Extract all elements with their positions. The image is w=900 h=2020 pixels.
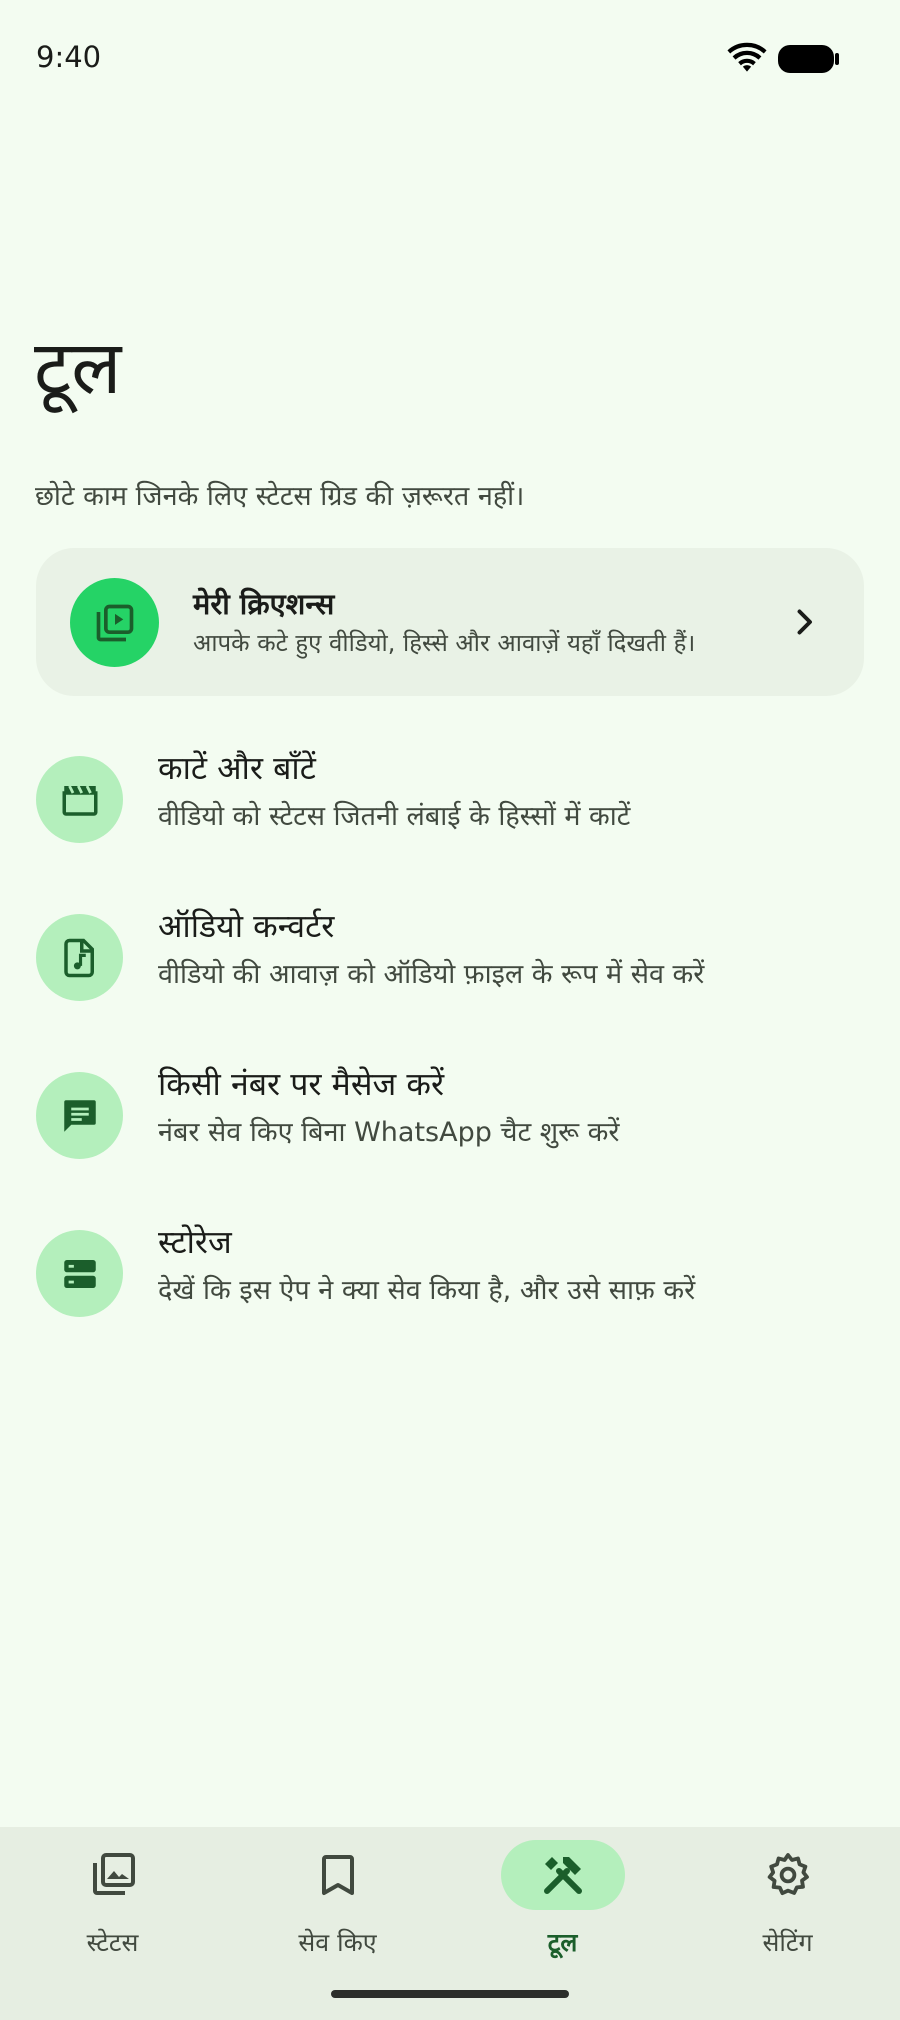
audio-file-icon xyxy=(63,938,94,977)
nav-pill xyxy=(51,1840,175,1910)
video-library-icon xyxy=(96,604,133,641)
page-subtitle: छोटे काम जिनके लिए स्टेटस ग्रिड की ज़रूर… xyxy=(35,481,525,512)
storage-icon xyxy=(63,1259,96,1288)
tool-description: वीडियो को स्टेटस जितनी लंबाई के हिस्सों … xyxy=(158,801,631,832)
nav-item-settings[interactable]: सेटिंग xyxy=(675,1827,900,2020)
gear-icon xyxy=(767,1853,809,1896)
nav-label: स्टेटस xyxy=(86,1928,139,1957)
nav-pill-active xyxy=(500,1840,625,1910)
battery-icon xyxy=(778,45,839,73)
tool-icon-badge xyxy=(36,914,123,1001)
tool-title: स्टोरेज xyxy=(158,1223,232,1261)
tool-title: काटें और बाँटें xyxy=(158,749,316,787)
wifi-icon xyxy=(727,42,767,72)
nav-label: सेटिंग xyxy=(762,1928,813,1957)
chevron-right-icon xyxy=(797,609,812,635)
tool-description: देखें कि इस ऐप ने क्या सेव किया है, और उ… xyxy=(158,1275,696,1306)
message-icon xyxy=(63,1099,96,1132)
nav-label: टूल xyxy=(547,1928,578,1957)
home-indicator xyxy=(331,1990,569,1998)
creations-icon-badge xyxy=(70,578,159,667)
status-bar: 9:40 xyxy=(0,0,900,116)
tool-description: नंबर सेव किए बिना WhatsApp चैट शुरू करें xyxy=(158,1117,620,1148)
photo-library-icon xyxy=(92,1853,135,1895)
tool-title: ऑडियो कन्वर्टर xyxy=(158,907,335,945)
tool-description: वीडियो की आवाज़ को ऑडियो फ़ाइल के रूप मे… xyxy=(158,959,705,990)
tool-message-number[interactable]: किसी नंबर पर मैसेज करें नंबर सेव किए बिन… xyxy=(0,1062,900,1192)
nav-label: सेव किए xyxy=(298,1928,377,1957)
tool-icon-badge xyxy=(36,1072,123,1159)
tools-icon xyxy=(543,1857,582,1894)
nav-item-status[interactable]: स्टेटस xyxy=(0,1827,225,2020)
tool-audio-converter[interactable]: ऑडियो कन्वर्टर वीडियो की आवाज़ को ऑडियो … xyxy=(0,904,900,1034)
tool-title: किसी नंबर पर मैसेज करें xyxy=(158,1065,445,1103)
clapperboard-icon xyxy=(62,784,97,816)
bookmark-icon xyxy=(321,1855,354,1895)
page-title: टूल xyxy=(34,325,122,411)
nav-pill xyxy=(726,1840,850,1910)
status-time: 9:40 xyxy=(36,40,102,74)
tool-icon-badge xyxy=(36,1230,123,1317)
my-creations-card[interactable]: मेरी क्रिएशन्स आपके कटे हुए वीडियो, हिस्… xyxy=(36,548,864,696)
tool-storage[interactable]: स्टोरेज देखें कि इस ऐप ने क्या सेव किया … xyxy=(0,1220,900,1350)
tool-icon-badge xyxy=(36,756,123,843)
creations-title: मेरी क्रिएशन्स xyxy=(193,587,335,621)
nav-pill xyxy=(276,1840,400,1910)
creations-description: आपके कटे हुए वीडियो, हिस्से और आवाज़ें य… xyxy=(193,629,696,657)
tool-cut-split[interactable]: काटें और बाँटें वीडियो को स्टेटस जितनी ल… xyxy=(0,746,900,876)
